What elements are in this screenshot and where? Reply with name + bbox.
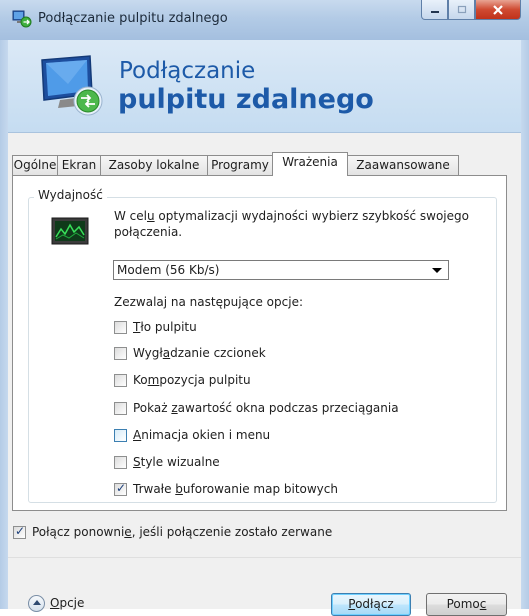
window-frame-left (0, 40, 8, 609)
tab-ogolne[interactable]: Ogólne (12, 155, 58, 175)
help-button[interactable]: Pomoc (426, 593, 507, 616)
label-desktop-background[interactable]: Tło pulpitu (133, 320, 197, 334)
label-desktop-composition[interactable]: Kompozycja pulpitu (133, 373, 251, 387)
header-banner: Podłączanie pulpitu zdalnego (8, 40, 521, 133)
options-label[interactable]: Opcje (50, 596, 84, 610)
options-toggle-button[interactable] (28, 595, 45, 612)
banner-title-line1: Podłączanie (119, 58, 256, 84)
tab-programy[interactable]: Programy (207, 155, 273, 175)
dropdown-arrow-icon (432, 268, 442, 273)
minimize-button[interactable] (421, 0, 448, 20)
remote-desktop-monitor-icon (41, 55, 103, 116)
performance-monitor-icon (51, 217, 89, 245)
maximize-button[interactable] (448, 0, 475, 20)
checkbox-menu-window-animation[interactable] (114, 429, 127, 442)
tab-zasoby-lokalne[interactable]: Zasoby lokalne (100, 155, 208, 175)
checkbox-font-smoothing[interactable] (114, 347, 127, 360)
window-title: Podłączanie pulpitu zdalnego (38, 11, 228, 26)
label-bitmap-caching[interactable]: Trwałe buforowanie map bitowych (133, 482, 338, 496)
label-visual-styles[interactable]: Style wizualne (133, 455, 220, 469)
checkbox-desktop-composition[interactable] (114, 374, 127, 387)
performance-description: W celu optymalizacji wydajności wybierz … (114, 209, 469, 239)
label-menu-window-animation[interactable]: Animacja okien i menu (133, 428, 270, 442)
tab-wrazenia[interactable]: Wrażenia (272, 152, 348, 176)
checkbox-reconnect[interactable] (13, 524, 26, 539)
label-font-smoothing[interactable]: Wygładzanie czcionek (133, 346, 266, 360)
connection-speed-value: Modem (56 Kb/s) (117, 263, 220, 277)
checkbox-show-window-contents[interactable] (114, 402, 127, 415)
label-show-window-contents[interactable]: Pokaż zawartość okna podczas przeciągani… (133, 401, 399, 415)
window-controls (421, 0, 521, 22)
performance-group-label: Wydajność (34, 188, 107, 202)
checkbox-desktop-background[interactable] (114, 321, 127, 334)
maximize-icon (457, 5, 466, 13)
footer-separator (8, 557, 521, 558)
close-icon (493, 4, 503, 15)
checkbox-visual-styles[interactable] (114, 456, 127, 469)
connect-button[interactable]: Podłącz (331, 593, 411, 616)
tab-ekran[interactable]: Ekran (57, 155, 101, 175)
minimize-icon (430, 10, 439, 13)
dialog-client-area: Podłączanie pulpitu zdalnego Ogólne Ekra… (8, 40, 521, 616)
rdp-window: Podłączanie pulpitu zdalnego Podłączanie… (0, 0, 529, 616)
close-button[interactable] (475, 0, 521, 20)
title-bar[interactable]: Podłączanie pulpitu zdalnego (0, 0, 529, 41)
remote-desktop-app-icon (12, 10, 32, 28)
connection-speed-select[interactable]: Modem (56 Kb/s) (113, 260, 449, 280)
checkbox-bitmap-caching[interactable] (114, 481, 127, 496)
allow-options-label: Zezwalaj na następujące opcje: (114, 295, 303, 309)
banner-title-line2: pulpitu zdalnego (118, 84, 374, 115)
label-reconnect[interactable]: Połącz ponownie, jeśli połączenie został… (32, 525, 332, 539)
window-frame-right (521, 40, 529, 609)
tab-zaawansowane[interactable]: Zaawansowane (347, 155, 459, 175)
